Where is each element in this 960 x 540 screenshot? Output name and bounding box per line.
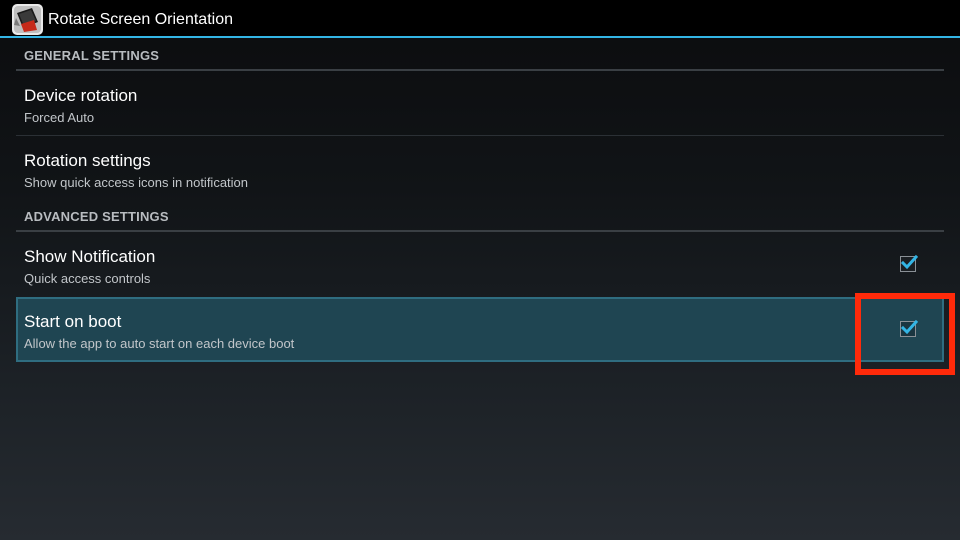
pref-start-on-boot[interactable]: Start on boot Allow the app to auto star… xyxy=(16,297,944,362)
app-title: Rotate Screen Orientation xyxy=(48,11,233,28)
pref-title: Rotation settings xyxy=(24,151,151,170)
pref-title: Show Notification xyxy=(24,247,156,266)
pref-title: Start on boot xyxy=(24,312,122,331)
pref-device-rotation[interactable]: Device rotation Forced Auto xyxy=(16,71,944,136)
pref-summary: Quick access controls xyxy=(24,271,151,286)
preferences-list: GENERAL SETTINGS Device rotation Forced … xyxy=(16,40,944,362)
rotate-app-icon[interactable] xyxy=(12,4,43,35)
pref-title: Device rotation xyxy=(24,86,138,105)
pref-show-notification[interactable]: Show Notification Quick access controls xyxy=(16,232,944,297)
category-general-settings: GENERAL SETTINGS xyxy=(16,40,944,71)
checkmark-icon xyxy=(900,319,918,335)
category-advanced-settings: ADVANCED SETTINGS xyxy=(16,201,944,232)
show-notification-checkbox[interactable] xyxy=(900,254,918,272)
action-bar: Rotate Screen Orientation xyxy=(0,0,960,38)
pref-summary: Allow the app to auto start on each devi… xyxy=(24,336,295,351)
checkmark-icon xyxy=(900,254,918,270)
pref-summary: Forced Auto xyxy=(24,110,95,125)
pref-summary: Show quick access icons in notification xyxy=(24,175,249,190)
pref-rotation-settings[interactable]: Rotation settings Show quick access icon… xyxy=(16,136,944,201)
start-on-boot-checkbox[interactable] xyxy=(900,319,918,337)
